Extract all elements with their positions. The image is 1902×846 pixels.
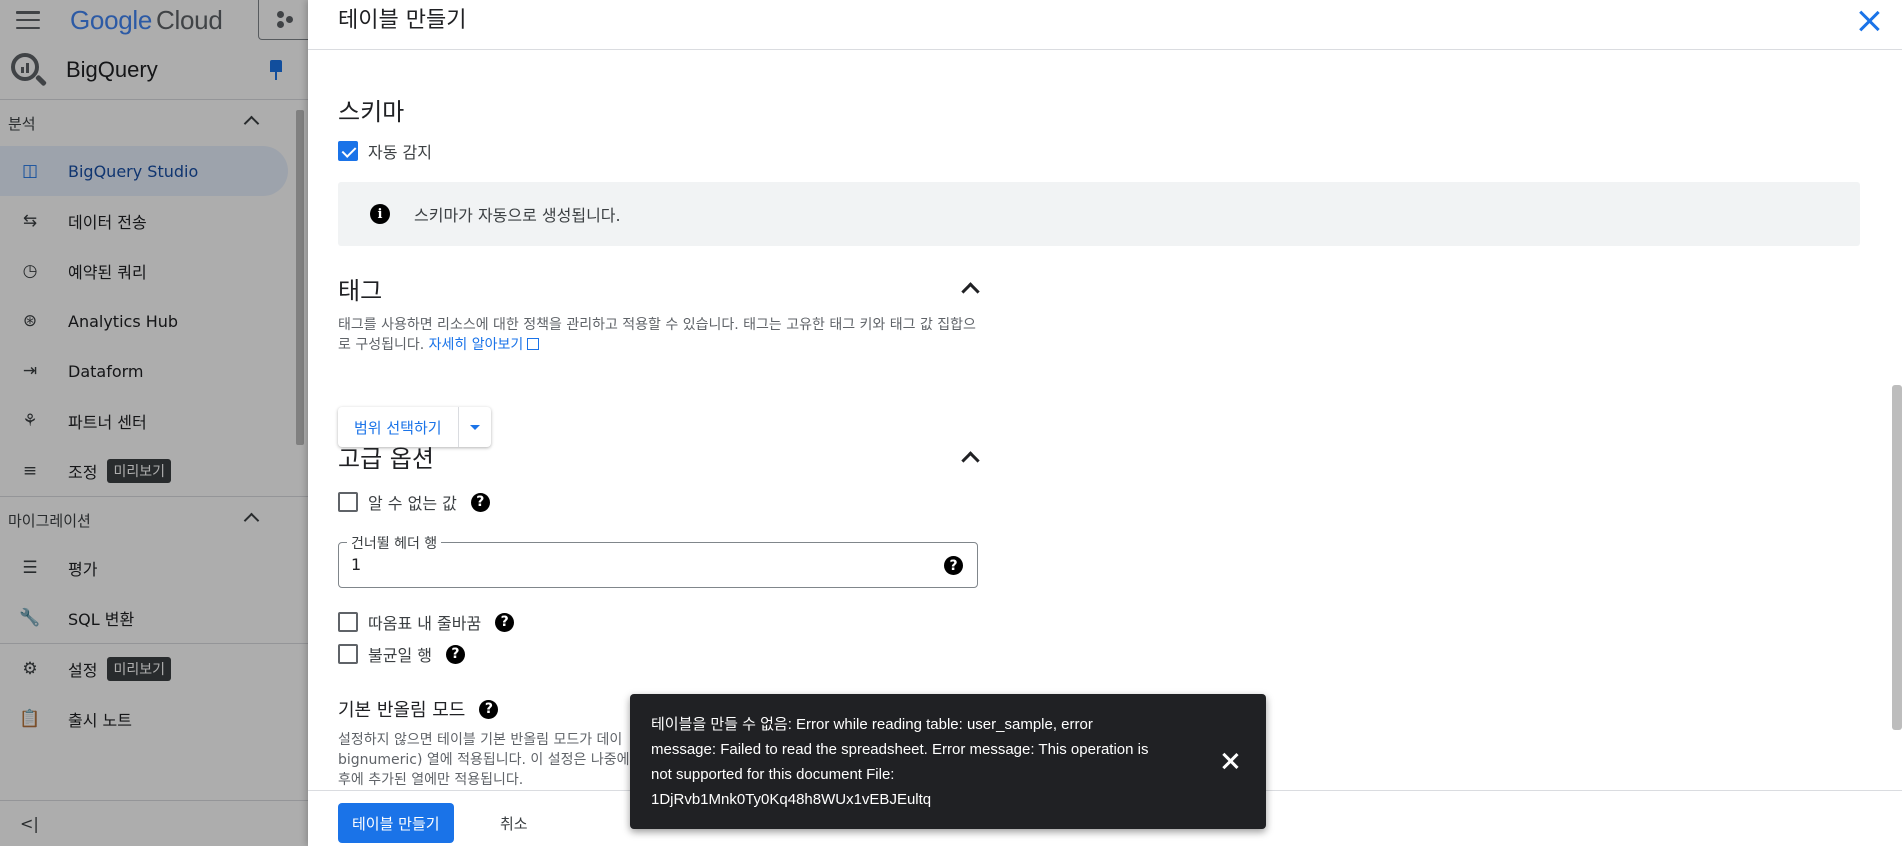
snackbar-message: 테이블을 만들 수 없음: Error while reading table:… [651, 716, 1149, 808]
help-icon[interactable]: ? [495, 612, 515, 632]
auto-detect-row: 자동 감지 [338, 139, 432, 163]
auto-detect-checkbox[interactable] [338, 141, 358, 161]
quoted-newlines-checkbox[interactable] [338, 612, 358, 632]
help-icon[interactable]: ? [479, 699, 499, 719]
caret-down-icon [469, 424, 480, 430]
panel-header: 테이블 만들기 [308, 0, 1902, 50]
unknown-values-checkbox[interactable] [338, 492, 358, 512]
tags-description: 태그를 사용하면 리소스에 대한 정책을 관리하고 적용할 수 있습니다. 태그… [338, 315, 986, 355]
skip-header-label: 건너뛸 헤더 행 [347, 533, 442, 553]
modal-scrim[interactable] [0, 0, 308, 846]
quoted-newlines-row: 따옴표 내 줄바꿈 ? [338, 610, 515, 634]
tags-collapse-icon[interactable] [961, 282, 980, 301]
info-icon: i [370, 204, 390, 224]
close-icon[interactable] [1220, 751, 1240, 771]
external-link-icon [527, 338, 540, 350]
help-icon[interactable]: ? [944, 556, 963, 575]
unknown-values-label: 알 수 없는 값 [368, 494, 457, 513]
jagged-rows-label: 불균일 행 [368, 646, 432, 665]
jagged-rows-checkbox[interactable] [338, 644, 358, 664]
schema-heading: 스키마 [338, 98, 405, 126]
schema-info-box: i 스키마가 자동으로 생성됩니다. [338, 182, 1860, 246]
learn-more-text: 자세히 알아보기 [428, 337, 524, 353]
panel-scrollbar[interactable] [1892, 385, 1902, 730]
help-icon[interactable]: ? [445, 644, 465, 664]
create-table-button[interactable]: 테이블 만들기 [338, 803, 454, 843]
cancel-button[interactable]: 취소 [490, 803, 538, 843]
skip-header-field[interactable]: 건너뛸 헤더 행 1 ? [338, 533, 978, 588]
jagged-rows-row: 불균일 행 ? [338, 642, 465, 666]
advanced-heading: 고급 옵션 [338, 445, 434, 473]
help-icon[interactable]: ? [470, 492, 490, 512]
panel-title: 테이블 만들기 [338, 7, 467, 33]
quoted-newlines-label: 따옴표 내 줄바꿈 [368, 614, 482, 633]
advanced-collapse-icon[interactable] [961, 451, 980, 470]
rounding-heading-row: 기본 반올림 모드 ? [338, 696, 499, 722]
close-panel-icon[interactable] [1856, 8, 1882, 34]
scope-dropdown-button[interactable] [459, 407, 491, 447]
tags-heading: 태그 [338, 277, 383, 305]
error-snackbar: 테이블을 만들 수 없음: Error while reading table:… [630, 694, 1266, 829]
skip-header-value: 1 [351, 555, 362, 574]
rounding-heading: 기본 반올림 모드 [338, 700, 466, 721]
schema-info-text: 스키마가 자동으로 생성됩니다. [414, 206, 621, 225]
unknown-values-row: 알 수 없는 값 ? [338, 490, 490, 514]
auto-detect-label: 자동 감지 [368, 143, 432, 162]
learn-more-link[interactable]: 자세히 알아보기 [429, 337, 540, 353]
